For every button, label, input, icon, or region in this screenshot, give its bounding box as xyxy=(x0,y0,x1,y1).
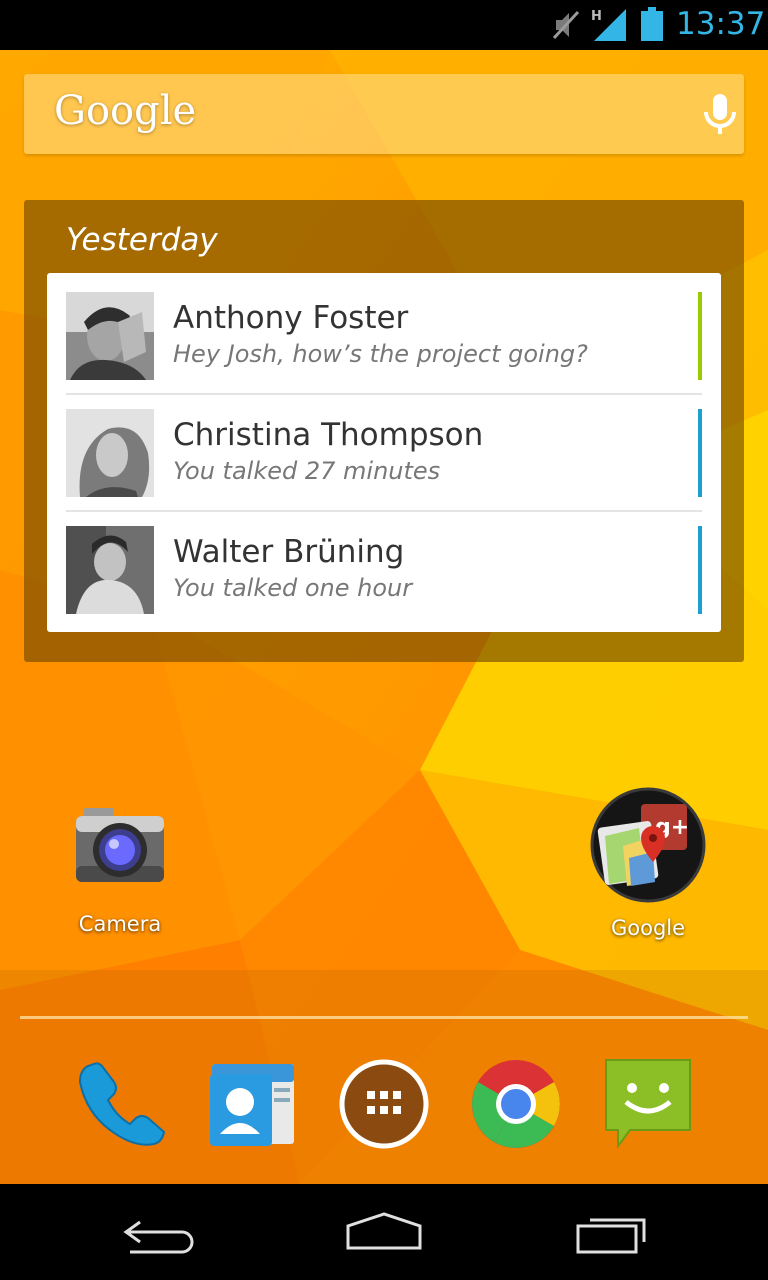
hotseat-divider xyxy=(20,1016,748,1019)
app-drawer-icon[interactable] xyxy=(338,1058,430,1150)
shortcut-label: Google xyxy=(610,916,686,940)
avatar xyxy=(66,526,154,614)
status-bar[interactable]: H 13:37 xyxy=(0,0,768,50)
contact-name: Christina Thompson xyxy=(173,417,484,453)
home-icon[interactable] xyxy=(334,1208,434,1256)
row-divider xyxy=(66,393,702,395)
contact-detail: You talked one hour xyxy=(173,574,413,602)
signal-icon: H xyxy=(591,9,626,41)
contact-detail: You talked 27 minutes xyxy=(173,457,441,485)
contacts-card: Anthony Foster Hey Josh, how’s the proje… xyxy=(47,273,721,632)
back-icon[interactable] xyxy=(110,1208,210,1256)
widget-title: Yesterday xyxy=(66,222,218,258)
messaging-icon[interactable] xyxy=(602,1058,694,1150)
avatar xyxy=(66,292,154,380)
camera-icon xyxy=(76,808,164,882)
contacts-icon[interactable] xyxy=(206,1058,298,1150)
camera-shortcut[interactable]: Camera xyxy=(60,806,180,936)
contact-detail: Hey Josh, how’s the project going? xyxy=(173,340,588,368)
row-divider xyxy=(66,510,702,512)
recents-icon[interactable] xyxy=(560,1208,660,1256)
status-clock: 13:37 xyxy=(676,6,766,42)
contact-row-anthony-foster[interactable]: Anthony Foster Hey Josh, how’s the proje… xyxy=(66,292,702,380)
navigation-bar xyxy=(0,1184,768,1280)
contact-indicator xyxy=(698,526,702,614)
contact-indicator xyxy=(698,409,702,497)
battery-icon xyxy=(641,7,663,41)
contact-name: Anthony Foster xyxy=(173,300,409,336)
chrome-icon[interactable] xyxy=(470,1058,562,1150)
contact-row-christina-thompson[interactable]: Christina Thompson You talked 27 minutes xyxy=(66,409,702,497)
phone-icon[interactable] xyxy=(74,1058,166,1150)
recent-contacts-widget: Yesterday Anthony Foster Hey Josh, how’s… xyxy=(24,200,744,662)
avatar xyxy=(66,409,154,497)
contact-row-walter-bruning[interactable]: Walter Brüning You talked one hour xyxy=(66,526,702,614)
mute-icon xyxy=(552,10,580,40)
network-type-label: H xyxy=(591,9,602,24)
contact-name: Walter Brüning xyxy=(173,534,405,570)
search-bar[interactable]: Google xyxy=(24,74,744,154)
google-folder-shortcut[interactable]: g+ Google xyxy=(588,786,708,940)
google-folder-icon: g+ xyxy=(590,787,706,903)
contact-indicator xyxy=(698,292,702,380)
google-logo: Google xyxy=(54,88,197,134)
shortcut-label: Camera xyxy=(78,912,162,936)
microphone-icon[interactable] xyxy=(700,94,740,136)
